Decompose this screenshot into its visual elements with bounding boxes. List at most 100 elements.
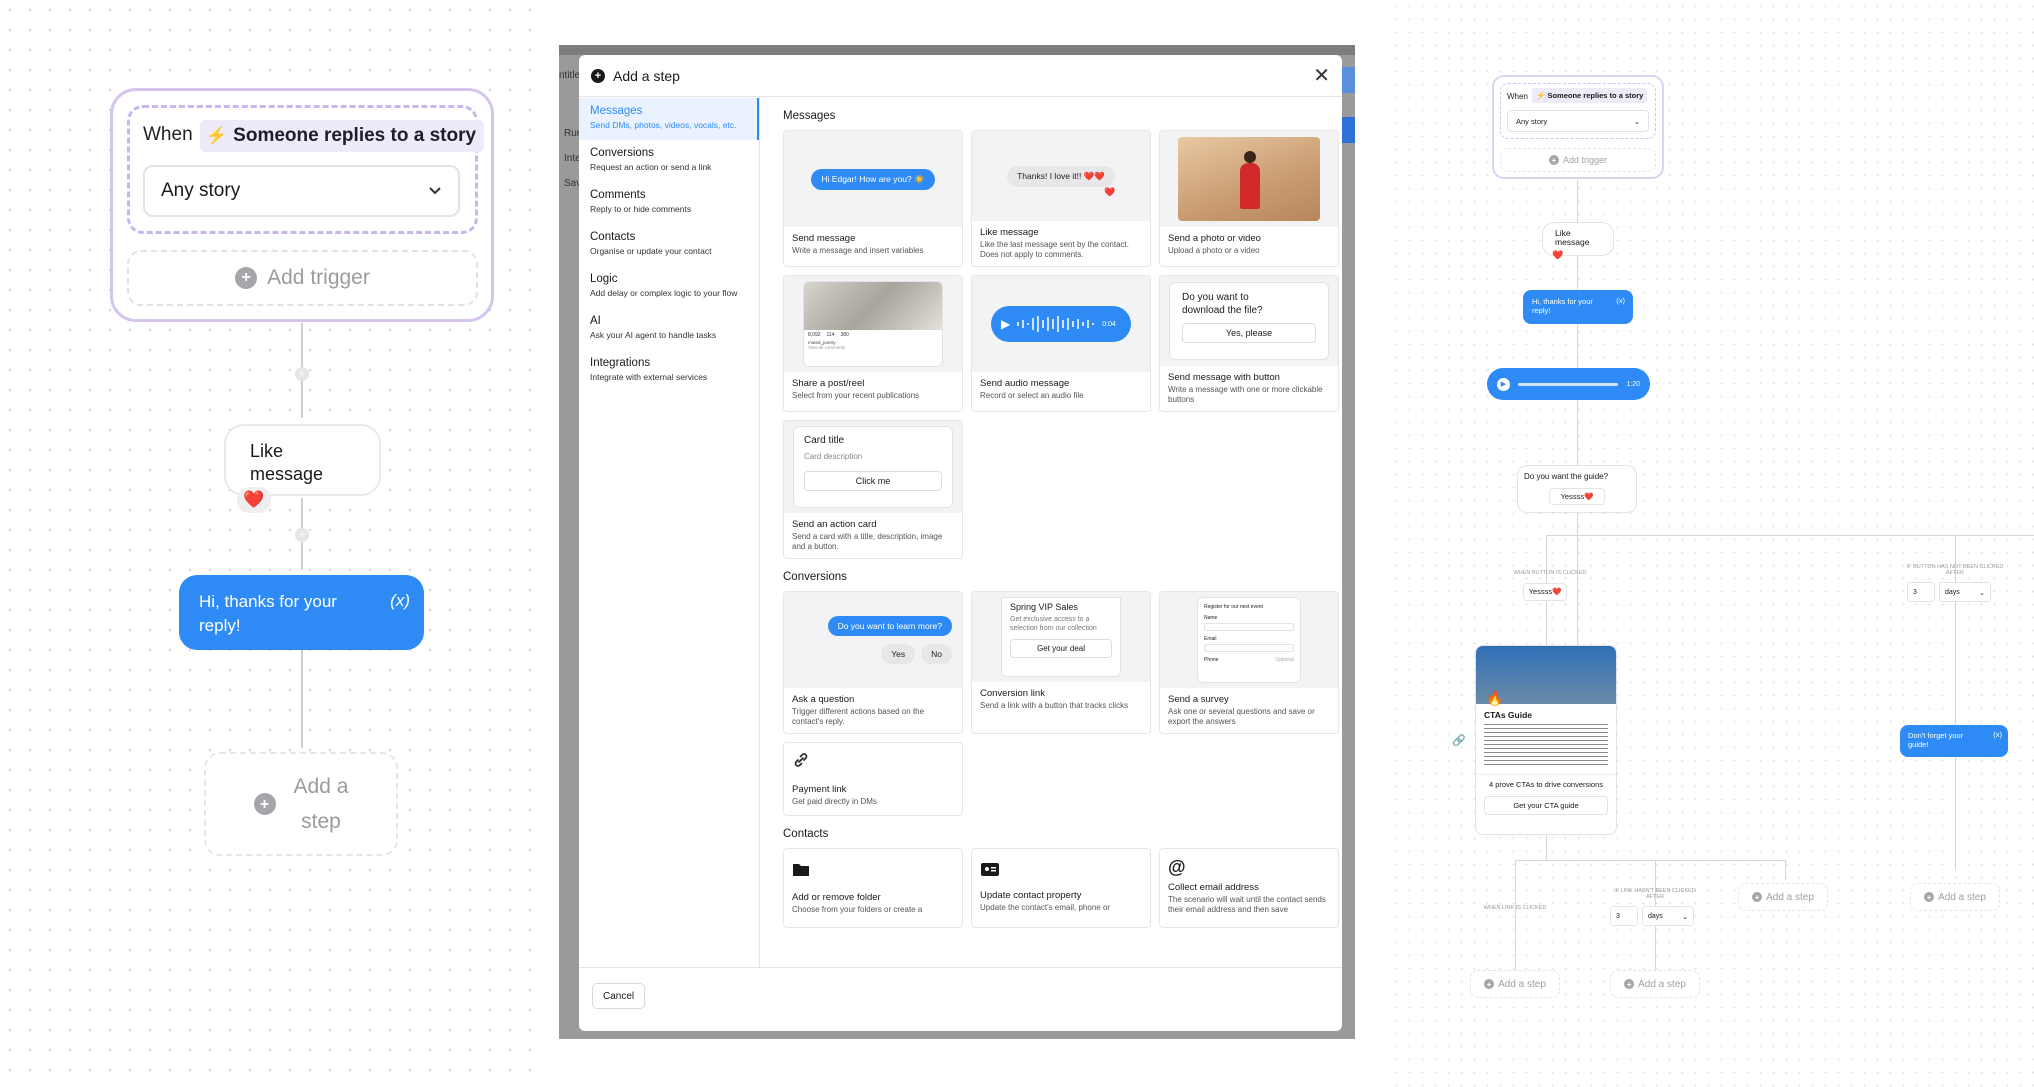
- card-desc: Upload a photo or a video: [1168, 246, 1260, 255]
- add-trigger-label: Add trigger: [267, 266, 370, 289]
- card-desc: Ask one or several questions and save or…: [1168, 707, 1315, 726]
- card-preview: Card title Card description Click me: [784, 421, 962, 513]
- delay-unit-select[interactable]: days ⌄: [1939, 582, 1991, 602]
- card-desc: Record or select an audio file: [980, 391, 1084, 400]
- add-step-label-2: step: [301, 810, 341, 833]
- reply-message-node[interactable]: Hi, thanks for your reply! (x): [179, 575, 424, 650]
- insert-step-icon[interactable]: +: [295, 367, 309, 381]
- story-select[interactable]: Any story: [143, 165, 460, 217]
- modal-header: + Add a step ✕: [579, 55, 1342, 97]
- reply-text: Hi, thanks for your reply!: [1532, 297, 1593, 315]
- add-step-button[interactable]: + Add a step: [1738, 883, 1828, 911]
- insert-step-icon[interactable]: +: [295, 528, 309, 542]
- add-step-button[interactable]: + Add a step: [1470, 970, 1560, 998]
- connector-line: [1515, 860, 1785, 861]
- trigger-event-chip[interactable]: ⚡ Someone replies to a story: [1532, 88, 1648, 103]
- delay-unit-value: days: [1648, 913, 1663, 920]
- flow-canvas-zoomed: When ⚡ Someone replies to a story Any st…: [0, 0, 545, 1087]
- promo-button: Get your deal: [1010, 639, 1112, 658]
- card-title: Send message: [792, 233, 856, 244]
- plus-circle-icon: +: [1924, 892, 1935, 902]
- form-field-name: Name: [1204, 615, 1218, 621]
- if-not-clicked-label: IF BUTTON HAS NOT BEEN CLICKED AFTER: [1906, 564, 2004, 576]
- payment-link-card[interactable]: Payment link Get paid directly in DMs: [783, 742, 963, 816]
- collect-email-card[interactable]: @ Collect email address The scenario wil…: [1159, 848, 1339, 928]
- variable-icon[interactable]: (x): [1616, 296, 1625, 305]
- reply-message-node[interactable]: Hi, thanks for your reply! (x): [1523, 290, 1633, 324]
- card-title: Share a post/reel: [792, 378, 865, 389]
- ask-question-card[interactable]: Do you want to learn more? Yes No Ask a …: [783, 591, 963, 734]
- answer-chip: Yessss❤️: [1523, 583, 1567, 601]
- add-step-label: Add a step: [1638, 978, 1686, 990]
- cancel-button[interactable]: Cancel: [592, 983, 646, 1009]
- close-icon[interactable]: ✕: [1313, 63, 1330, 88]
- like-message-card[interactable]: Thanks! I love it!! ❤️❤️ ❤️ Like message L…: [971, 130, 1151, 267]
- card-title: Collect email address: [1168, 882, 1259, 893]
- audio-message-node[interactable]: ▶ 1:20: [1487, 368, 1650, 400]
- sidebar-item-comments[interactable]: Comments Reply to or hide comments: [579, 182, 759, 224]
- delay-value-input[interactable]: 3: [1907, 582, 1935, 602]
- cta-caption: 4 prove CTAs to drive conversions: [1476, 774, 1616, 794]
- send-survey-card[interactable]: Register for our next event Name Email P…: [1159, 591, 1339, 734]
- preview-card-desc: Card description: [804, 452, 863, 461]
- sidebar-item-ai[interactable]: AI Ask your AI agent to handle tasks: [579, 308, 759, 350]
- question-message-node[interactable]: Do you want the guide? Yessss❤️: [1517, 465, 1637, 513]
- send-message-card[interactable]: Hi Edgar! How are you? ☀️ Send message Wr…: [783, 130, 963, 267]
- add-step-label: Add a step: [1498, 978, 1546, 990]
- story-select[interactable]: Any story ⌄: [1507, 110, 1649, 132]
- sidebar-item-logic[interactable]: Logic Add delay or complex logic to your …: [579, 266, 759, 308]
- add-trigger-button[interactable]: + Add trigger: [1500, 148, 1656, 172]
- contact-card-icon: [981, 863, 999, 876]
- sidebar-item-desc: Ask your AI agent to handle tasks: [590, 330, 717, 340]
- audio-duration: 1:20: [1626, 380, 1640, 388]
- action-card-card[interactable]: Card title Card description Click me Sen…: [783, 420, 963, 559]
- card-preview: ▶ 0:04: [972, 276, 1150, 372]
- heart-icon: ❤️: [1552, 250, 1564, 260]
- card-preview: Do you want to download the file? Yes, p…: [1160, 276, 1338, 366]
- comments-count: 114: [826, 332, 835, 338]
- like-message-label-2: message: [250, 464, 324, 484]
- sidebar-item-conversions[interactable]: Conversions Request an action or send a l…: [579, 140, 759, 182]
- add-folder-card[interactable]: Add or remove folder Choose from your fo…: [783, 848, 963, 928]
- lightning-icon: ⚡: [206, 126, 228, 145]
- send-audio-card[interactable]: ▶ 0:04 Send audio message Record or selec…: [971, 275, 1151, 412]
- conversion-link-card[interactable]: Spring VIP Sales Get exclusive access to…: [971, 591, 1151, 734]
- preview-button: Yes, please: [1182, 323, 1316, 343]
- share-post-card[interactable]: 8,092 114 380 muted_poetry View all comm…: [783, 275, 963, 412]
- add-trigger-button[interactable]: + Add trigger: [127, 250, 478, 306]
- reminder-message-node[interactable]: Don't forget your guide! (x): [1900, 725, 2008, 757]
- sidebar-item-title: Logic: [590, 273, 618, 285]
- sidebar-item-messages[interactable]: Messages Send DMs, photos, videos, vocals…: [579, 98, 759, 140]
- variable-icon[interactable]: (x): [390, 589, 410, 613]
- section-title-messages: Messages: [783, 110, 836, 122]
- cta-body-text: [1484, 724, 1608, 768]
- sidebar-item-desc: Add delay or complex logic to your flow: [590, 288, 738, 298]
- variable-icon[interactable]: (x): [1993, 730, 2002, 739]
- plus-circle-icon: +: [591, 68, 605, 83]
- preview-yes: Yes: [881, 644, 916, 664]
- link-icon[interactable]: 🔗: [1452, 734, 1466, 747]
- connector-line: [1515, 860, 1516, 970]
- reply-message-text: Hi, thanks for your reply!: [199, 592, 337, 635]
- trigger-event-chip[interactable]: ⚡ Someone replies to a story: [200, 120, 485, 152]
- like-message-node[interactable]: Like message: [224, 424, 381, 496]
- sidebar-item-contacts[interactable]: Contacts Organise or update your contact: [579, 224, 759, 266]
- preview-card-title: Card title: [804, 435, 845, 446]
- delay-unit-select[interactable]: days ⌄: [1642, 906, 1694, 926]
- add-step-button[interactable]: + Add a step: [1610, 970, 1700, 998]
- preview-bubble: Hi Edgar! How are you? ☀️: [811, 168, 935, 190]
- update-property-card[interactable]: Update contact property Update the conta…: [971, 848, 1151, 928]
- add-step-button[interactable]: + Add a step: [204, 752, 398, 856]
- cta-card-node[interactable]: 🔥 CTAs Guide 4 prove CTAs to drive conve…: [1475, 645, 1617, 835]
- card-title: Like message: [980, 227, 1039, 238]
- when-link-clicked-label: WHEN LINK IS CLICKED: [1483, 905, 1547, 911]
- send-button-card[interactable]: Do you want to download the file? Yes, p…: [1159, 275, 1339, 412]
- sidebar-item-title: Comments: [590, 189, 646, 201]
- send-photo-card[interactable]: Send a photo or video Upload a photo or a…: [1159, 130, 1339, 267]
- sidebar-item-integrations[interactable]: Integrations Integrate with external serv…: [579, 350, 759, 392]
- delay-value-input[interactable]: 3: [1610, 906, 1638, 926]
- card-preview: Register for our next event Name Email P…: [1160, 592, 1338, 688]
- add-step-button[interactable]: + Add a step: [1910, 883, 2000, 911]
- when-label: When: [143, 124, 193, 145]
- card-desc: Write a message with one or more clickab…: [1168, 385, 1323, 404]
